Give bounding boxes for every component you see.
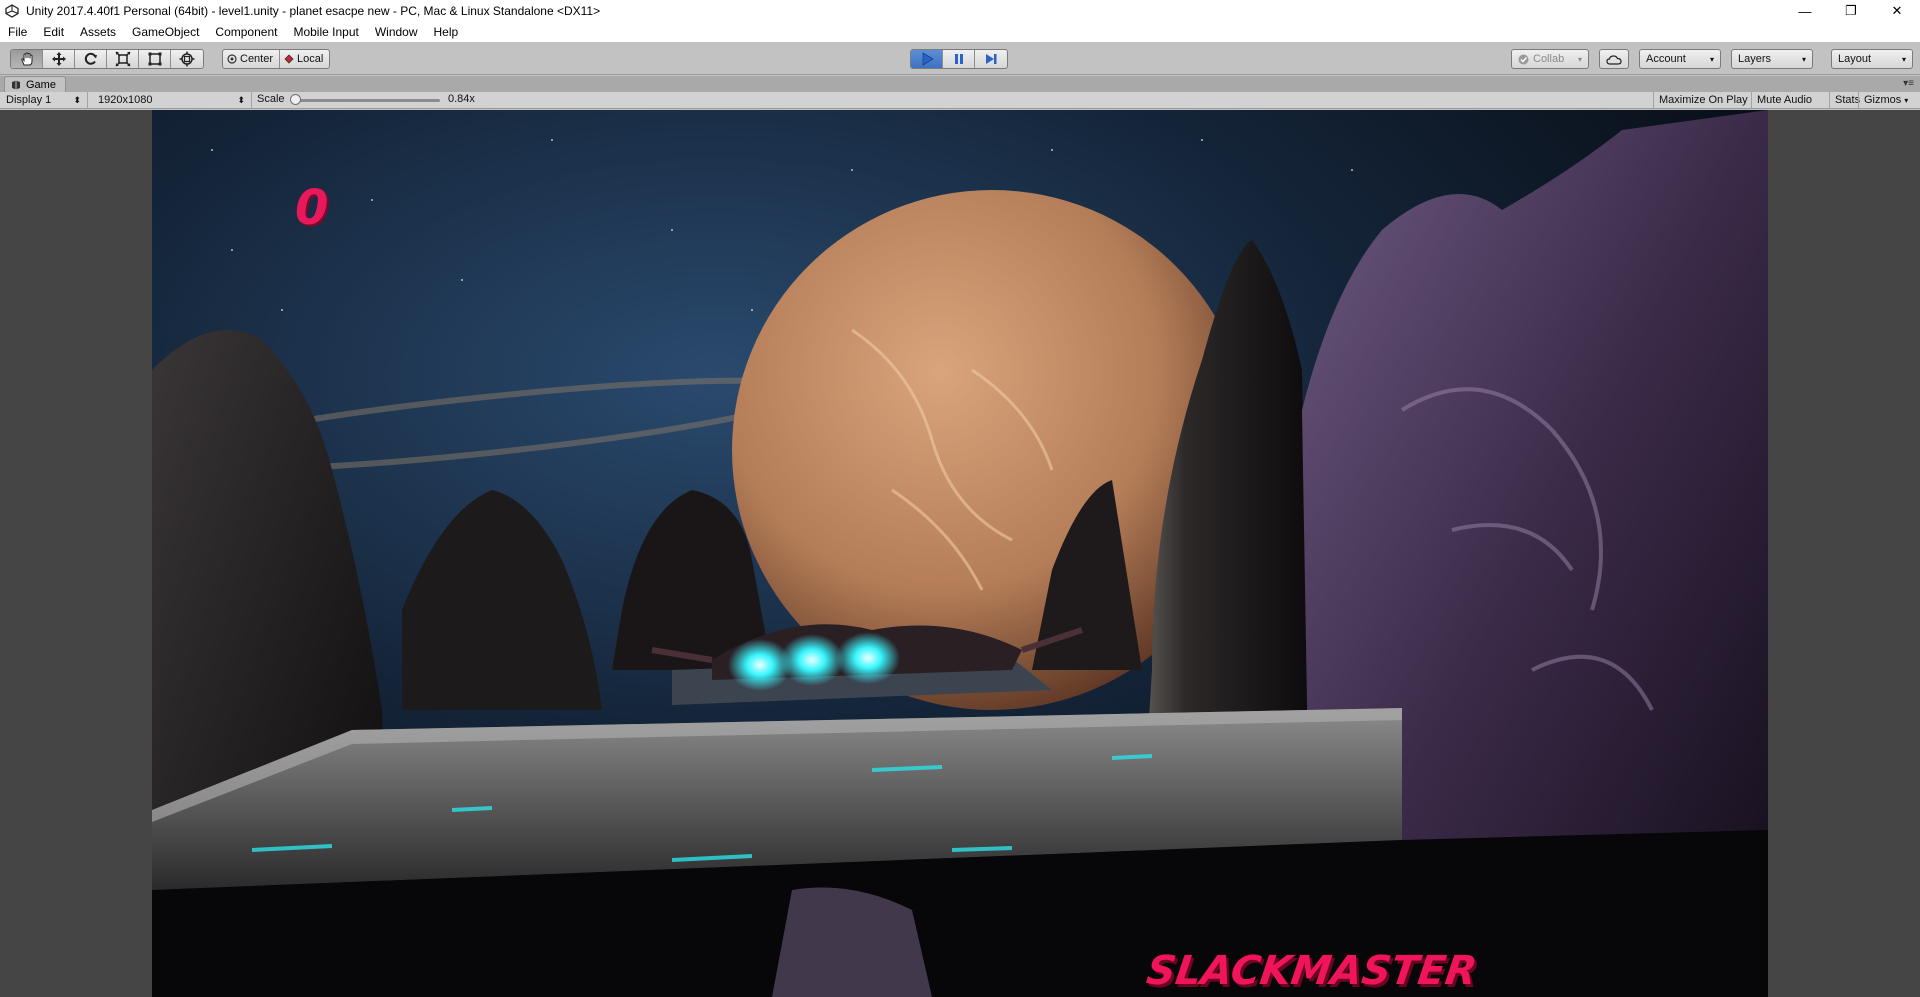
window-title: Unity 2017.4.40f1 Personal (64bit) - lev… bbox=[26, 4, 601, 18]
mute-audio-toggle[interactable]: Mute Audio bbox=[1751, 92, 1817, 108]
resolution-dropdown[interactable]: 1920x1080 ⬍ bbox=[88, 92, 252, 108]
gizmos-label: Gizmos bbox=[1864, 94, 1902, 106]
menu-mobile-input[interactable]: Mobile Input bbox=[285, 22, 366, 42]
collab-label: Collab bbox=[1533, 53, 1565, 65]
unity-logo-icon bbox=[4, 3, 20, 19]
tab-game[interactable]: Game bbox=[4, 76, 66, 92]
menu-component[interactable]: Component bbox=[207, 22, 285, 42]
account-dropdown[interactable]: Account ▾ bbox=[1639, 49, 1721, 69]
move-tool-icon[interactable] bbox=[43, 50, 75, 68]
slackmaster-logo: SLACKMASTER bbox=[1143, 948, 1480, 994]
maximize-on-play-toggle[interactable]: Maximize On Play bbox=[1653, 92, 1753, 108]
mute-audio-label: Mute Audio bbox=[1757, 94, 1813, 106]
restore-button[interactable]: ❐ bbox=[1828, 0, 1874, 22]
pivot-mode-button[interactable]: Center bbox=[223, 50, 281, 68]
game-view-icon bbox=[12, 80, 20, 89]
collab-dropdown[interactable]: Collab ▾ bbox=[1511, 49, 1589, 69]
menu-file[interactable]: File bbox=[0, 22, 35, 42]
layout-label: Layout bbox=[1838, 53, 1872, 65]
account-label: Account bbox=[1646, 53, 1686, 65]
pivot-toggles: Center Local bbox=[222, 49, 331, 69]
minimize-button[interactable]: — bbox=[1782, 0, 1828, 22]
local-rotation-icon bbox=[284, 54, 294, 64]
game-view[interactable]: 0 SLACKMASTER bbox=[152, 110, 1768, 997]
tab-strip: Game ▾≡ bbox=[0, 76, 1920, 92]
scale-label: Scale bbox=[257, 93, 285, 105]
tab-game-label: Game bbox=[26, 78, 56, 91]
menu-gameobject[interactable]: GameObject bbox=[124, 22, 207, 42]
step-icon bbox=[986, 54, 997, 64]
resolution-caret-icon: ⬍ bbox=[237, 94, 245, 105]
transform-tool-icon[interactable] bbox=[171, 50, 203, 68]
pivot-rotation-label: Local bbox=[297, 53, 324, 65]
game-scene bbox=[152, 110, 1768, 997]
pause-icon bbox=[954, 54, 963, 64]
rect-tool-icon[interactable] bbox=[139, 50, 171, 68]
pivot-mode-label: Center bbox=[240, 53, 274, 65]
menu-edit[interactable]: Edit bbox=[35, 22, 72, 42]
play-controls bbox=[910, 49, 1008, 69]
scale-slider-thumb[interactable] bbox=[290, 94, 301, 105]
collab-check-icon bbox=[1518, 54, 1529, 64]
display-dropdown[interactable]: Display 1 ⬍ bbox=[0, 92, 88, 108]
layers-dropdown[interactable]: Layers ▾ bbox=[1731, 49, 1813, 69]
scale-tool-icon[interactable] bbox=[107, 50, 139, 68]
resolution-label: 1920x1080 bbox=[98, 94, 153, 106]
tab-options-icon[interactable]: ▾≡ bbox=[1903, 78, 1914, 89]
pause-button[interactable] bbox=[943, 50, 975, 68]
rotate-tool-icon[interactable] bbox=[75, 50, 107, 68]
account-caret-icon: ▾ bbox=[1709, 54, 1714, 64]
layout-dropdown[interactable]: Layout ▾ bbox=[1831, 49, 1913, 69]
cloud-icon bbox=[1606, 54, 1622, 65]
title-bar: Unity 2017.4.40f1 Personal (64bit) - lev… bbox=[0, 0, 1920, 22]
menu-help[interactable]: Help bbox=[426, 22, 467, 42]
game-view-toolbar: Display 1 ⬍ 1920x1080 ⬍ Scale 0.84x Maxi… bbox=[0, 92, 1920, 109]
step-button[interactable] bbox=[975, 50, 1007, 68]
display-label: Display 1 bbox=[6, 94, 52, 106]
play-icon bbox=[922, 52, 934, 66]
layout-caret-icon: ▾ bbox=[1901, 54, 1906, 64]
pivot-center-icon bbox=[227, 54, 237, 64]
pivot-rotation-button[interactable]: Local bbox=[280, 50, 329, 68]
menu-bar: File Edit Assets GameObject Component Mo… bbox=[0, 22, 1920, 42]
gizmos-dropdown[interactable]: Gizmos ▾ bbox=[1858, 92, 1920, 108]
score-text: 0 bbox=[295, 180, 329, 236]
menu-assets[interactable]: Assets bbox=[72, 22, 124, 42]
scale-slider-track[interactable] bbox=[290, 99, 440, 102]
gizmos-caret-icon: ▾ bbox=[1904, 95, 1909, 105]
transform-tools bbox=[10, 49, 204, 69]
menu-window[interactable]: Window bbox=[367, 22, 426, 42]
play-button[interactable] bbox=[911, 50, 943, 68]
main-toolbar: Center Local Collab ▾ Account ▾ Layers ▾… bbox=[0, 42, 1920, 75]
maximize-on-play-label: Maximize On Play bbox=[1659, 94, 1748, 106]
hand-tool-icon[interactable] bbox=[11, 50, 43, 68]
cloud-button[interactable] bbox=[1599, 49, 1629, 69]
display-caret-icon: ⬍ bbox=[73, 94, 81, 105]
layers-caret-icon: ▾ bbox=[1801, 54, 1806, 64]
stats-label: Stats bbox=[1835, 94, 1861, 106]
layers-label: Layers bbox=[1738, 53, 1772, 65]
scale-value: 0.84x bbox=[448, 93, 475, 105]
collab-caret-icon: ▾ bbox=[1577, 54, 1582, 64]
close-button[interactable]: ✕ bbox=[1874, 0, 1920, 22]
